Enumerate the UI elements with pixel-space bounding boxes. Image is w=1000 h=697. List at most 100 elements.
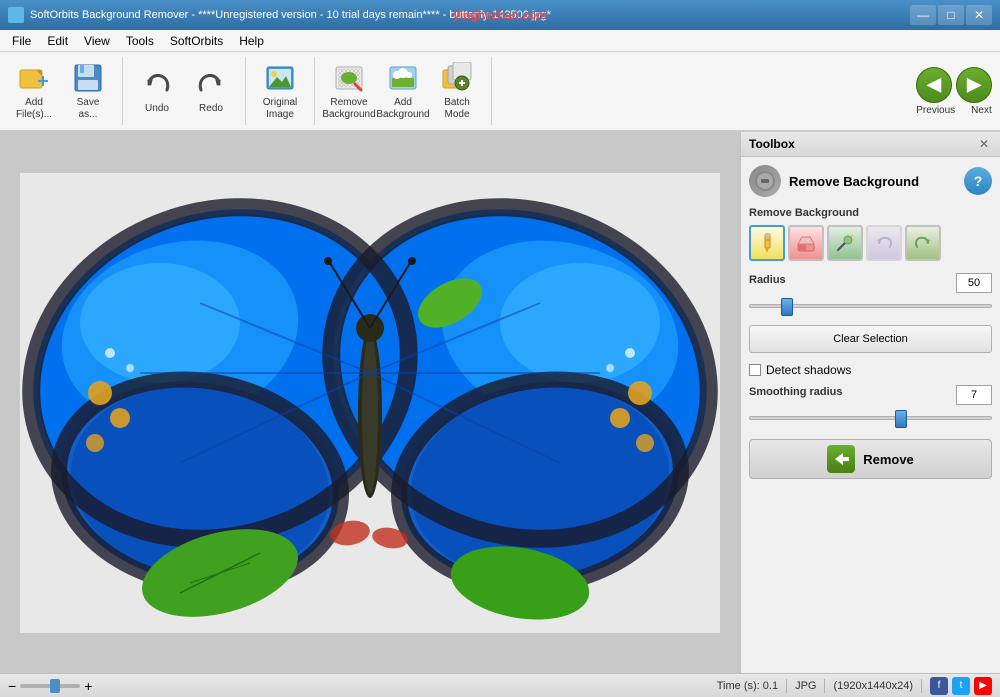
radius-slider-container[interactable] xyxy=(749,297,992,315)
title-bar: SoftOrbits Background Remover - ****Unre… xyxy=(0,0,1000,30)
image-dimensions: (1920x1440x24) xyxy=(833,680,913,692)
eraser-tool-button[interactable] xyxy=(788,225,824,261)
original-image-icon xyxy=(264,62,296,94)
previous-button[interactable]: ◀ xyxy=(916,67,952,103)
add-files-icon xyxy=(18,62,50,94)
menu-edit[interactable]: Edit xyxy=(39,32,76,50)
clear-selection-button[interactable]: Clear Selection xyxy=(749,325,992,353)
previous-label: Previous xyxy=(916,105,955,116)
add-background-button[interactable]: AddBackground xyxy=(377,57,429,125)
radius-slider-thumb[interactable] xyxy=(781,298,793,316)
menu-help[interactable]: Help xyxy=(231,32,272,50)
smoothing-slider-thumb[interactable] xyxy=(895,410,907,428)
status-bar: − + Time (s): 0.1 JPG (1920x1440x24) f t… xyxy=(0,673,1000,697)
undo-tool-button[interactable] xyxy=(866,225,902,261)
tool-icons-row xyxy=(749,225,992,261)
toolbox-close-button[interactable]: ✕ xyxy=(976,136,992,152)
close-button[interactable]: ✕ xyxy=(966,5,992,25)
status-divider-1 xyxy=(786,679,787,693)
nav-area: ◀ ▶ Previous Next xyxy=(916,67,992,116)
menu-softorbits[interactable]: SoftOrbits xyxy=(162,32,231,50)
redo-icon xyxy=(195,68,227,100)
redo-button[interactable]: Redo xyxy=(185,57,237,125)
nav-labels: Previous Next xyxy=(916,105,991,116)
smoothing-value-box: 7 xyxy=(956,385,992,405)
smoothing-value: 7 xyxy=(971,389,977,401)
smoothing-label-row: Smoothing radius 7 xyxy=(749,385,992,405)
remove-bg-header: Remove Background ? xyxy=(749,165,992,197)
zoom-minus[interactable]: − xyxy=(8,678,16,694)
maximize-button[interactable]: □ xyxy=(938,5,964,25)
add-files-button[interactable]: AddFile(s)... xyxy=(8,57,60,125)
save-as-label: Saveas... xyxy=(77,97,100,121)
smoothing-label: Smoothing radius xyxy=(749,386,843,398)
minimize-button[interactable]: — xyxy=(910,5,936,25)
zoom-track[interactable] xyxy=(20,684,80,688)
remove-button[interactable]: Remove xyxy=(749,439,992,479)
facebook-icon[interactable]: f xyxy=(930,677,948,695)
remove-bg-title: Remove Background xyxy=(789,174,956,189)
toolbox-content: Remove Background ? Remove Background xyxy=(741,157,1000,487)
radius-value-box: 50 xyxy=(956,273,992,293)
watermark: yinghezhan.com xyxy=(453,8,547,22)
undo-button[interactable]: Undo xyxy=(131,57,183,125)
add-background-label: AddBackground xyxy=(376,97,429,121)
undo-label: Undo xyxy=(145,103,169,115)
zoom-thumb xyxy=(50,679,60,693)
app-icon xyxy=(8,7,24,23)
batch-mode-icon xyxy=(441,62,473,94)
radius-value: 50 xyxy=(968,277,980,289)
remove-bg-icon xyxy=(749,165,781,197)
smoothing-slider-container[interactable] xyxy=(749,409,992,427)
status-right: Time (s): 0.1 JPG (1920x1440x24) f t ▶ xyxy=(717,677,992,695)
menu-tools[interactable]: Tools xyxy=(118,32,162,50)
pencil-tool-button[interactable] xyxy=(749,225,785,261)
save-as-button[interactable]: Saveas... xyxy=(62,57,114,125)
toolbar-file-group: AddFile(s)... Saveas... xyxy=(8,57,123,125)
remove-button-label: Remove xyxy=(863,452,914,467)
original-image-label: OriginalImage xyxy=(263,97,297,121)
window-controls: — □ ✕ xyxy=(910,5,992,25)
smoothing-slider-track xyxy=(749,416,992,420)
batch-mode-label: BatchMode xyxy=(444,97,470,121)
help-button[interactable]: ? xyxy=(964,167,992,195)
social-icons: f t ▶ xyxy=(930,677,992,695)
menu-file[interactable]: File xyxy=(4,32,39,50)
add-background-icon xyxy=(387,62,419,94)
toolbar-bg-group: RemoveBackground AddBackground xyxy=(323,57,492,125)
detect-shadows-checkbox[interactable] xyxy=(749,364,761,376)
next-button[interactable]: ▶ xyxy=(956,67,992,103)
save-icon xyxy=(72,62,104,94)
status-left: − + xyxy=(8,678,709,694)
radius-section: Radius 50 xyxy=(749,273,992,315)
file-format: JPG xyxy=(795,680,816,692)
menu-bar: File Edit View Tools SoftOrbits Help xyxy=(0,30,1000,52)
status-divider-2 xyxy=(824,679,825,693)
detect-shadows-label: Detect shadows xyxy=(766,363,851,377)
menu-view[interactable]: View xyxy=(76,32,118,50)
zoom-controls: − + xyxy=(8,678,92,694)
youtube-icon[interactable]: ▶ xyxy=(974,677,992,695)
toolbox-header: Toolbox ✕ xyxy=(741,132,1000,157)
remove-bg-label: Remove Background xyxy=(749,207,992,219)
remove-background-label: RemoveBackground xyxy=(322,97,375,121)
smoothing-section: Smoothing radius 7 xyxy=(749,385,992,427)
toolbar-edit-group: Undo Redo xyxy=(131,57,246,125)
twitter-icon[interactable]: t xyxy=(952,677,970,695)
original-image-button[interactable]: OriginalImage xyxy=(254,57,306,125)
redo-tool-button[interactable] xyxy=(905,225,941,261)
undo-icon xyxy=(141,68,173,100)
remove-background-button[interactable]: RemoveBackground xyxy=(323,57,375,125)
canvas-area[interactable] xyxy=(0,132,740,673)
zoom-plus[interactable]: + xyxy=(84,678,92,694)
image-canvas xyxy=(0,132,740,673)
detect-shadows-row: Detect shadows xyxy=(749,363,992,377)
batch-mode-button[interactable]: BatchMode xyxy=(431,57,483,125)
next-label: Next xyxy=(971,105,992,116)
radius-label: Radius xyxy=(749,274,786,286)
remove-arrow-icon xyxy=(827,445,855,473)
status-divider-3 xyxy=(921,679,922,693)
nav-buttons: ◀ ▶ xyxy=(916,67,992,103)
magic-wand-button[interactable] xyxy=(827,225,863,261)
remove-background-icon xyxy=(333,62,365,94)
